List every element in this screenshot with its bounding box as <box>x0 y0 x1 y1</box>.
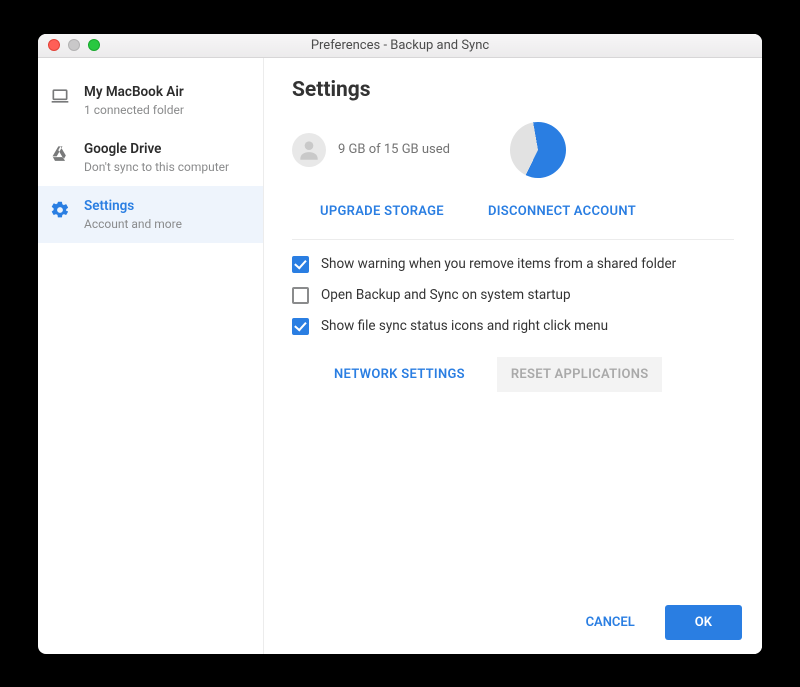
sidebar: My MacBook Air 1 connected folder Google… <box>38 58 264 654</box>
check-label: Show warning when you remove items from … <box>321 256 676 272</box>
checkbox-icon[interactable] <box>292 287 309 304</box>
network-settings-button[interactable]: NETWORK SETTINGS <box>320 357 479 392</box>
sidebar-item-label: My MacBook Air <box>84 84 184 100</box>
sidebar-item-settings[interactable]: Settings Account and more <box>38 186 263 243</box>
minimize-window-icon[interactable] <box>68 39 80 51</box>
disconnect-account-button[interactable]: DISCONNECT ACCOUNT <box>488 204 636 219</box>
check-label: Open Backup and Sync on system startup <box>321 287 571 303</box>
settings-checklist: Show warning when you remove items from … <box>292 256 734 335</box>
page-title: Settings <box>292 78 734 102</box>
drive-icon <box>50 143 70 163</box>
check-warn-shared[interactable]: Show warning when you remove items from … <box>292 256 734 273</box>
window-controls <box>48 39 100 51</box>
storage-row: 9 GB of 15 GB used <box>292 122 734 178</box>
preferences-window: Preferences - Backup and Sync My MacBook… <box>38 34 762 654</box>
window-body: My MacBook Air 1 connected folder Google… <box>38 58 762 654</box>
sidebar-item-subtext: Account and more <box>84 217 182 231</box>
ok-button[interactable]: OK <box>665 605 742 640</box>
cancel-button[interactable]: CANCEL <box>574 605 647 640</box>
zoom-window-icon[interactable] <box>88 39 100 51</box>
laptop-icon <box>50 86 70 106</box>
storage-quota-text: 9 GB of 15 GB used <box>338 142 450 157</box>
gear-icon <box>50 200 70 220</box>
checkbox-icon[interactable] <box>292 318 309 335</box>
storage-pie-chart-icon <box>506 117 571 182</box>
reset-applications-button[interactable]: RESET APPLICATIONS <box>497 357 663 392</box>
check-label: Show file sync status icons and right cl… <box>321 318 608 334</box>
checkbox-icon[interactable] <box>292 256 309 273</box>
close-window-icon[interactable] <box>48 39 60 51</box>
sidebar-item-drive[interactable]: Google Drive Don't sync to this computer <box>38 129 263 186</box>
check-open-on-startup[interactable]: Open Backup and Sync on system startup <box>292 287 734 304</box>
titlebar: Preferences - Backup and Sync <box>38 34 762 58</box>
check-sync-status-icons[interactable]: Show file sync status icons and right cl… <box>292 318 734 335</box>
divider <box>292 239 734 240</box>
sidebar-item-device[interactable]: My MacBook Air 1 connected folder <box>38 72 263 129</box>
main-panel: Settings 9 GB of 15 GB used UPGRADE STOR… <box>264 58 762 654</box>
dialog-footer: CANCEL OK <box>264 591 762 654</box>
sidebar-item-label: Google Drive <box>84 141 229 157</box>
window-title: Preferences - Backup and Sync <box>38 38 762 53</box>
sidebar-item-label: Settings <box>84 198 182 214</box>
user-avatar-icon <box>292 133 326 167</box>
sidebar-item-subtext: Don't sync to this computer <box>84 160 229 174</box>
sidebar-item-subtext: 1 connected folder <box>84 103 184 117</box>
upgrade-storage-button[interactable]: UPGRADE STORAGE <box>320 204 444 219</box>
